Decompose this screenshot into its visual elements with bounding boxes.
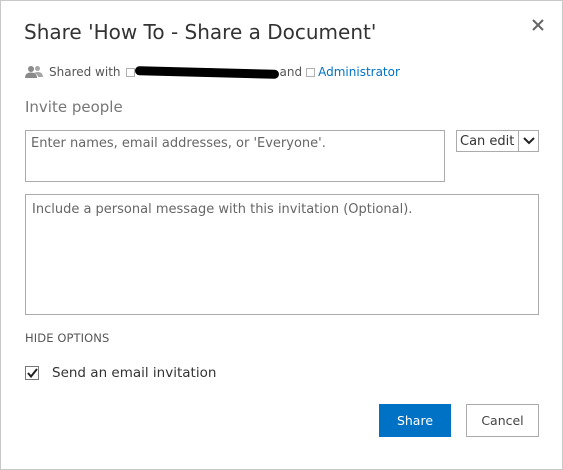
invite-people-label: Invite people — [25, 98, 123, 116]
send-email-checkbox[interactable] — [25, 366, 39, 380]
personal-message-input[interactable] — [25, 194, 539, 315]
share-dialog: Share 'How To - Share a Document' Shared… — [0, 0, 563, 470]
close-icon — [532, 19, 544, 31]
presence-icon — [306, 67, 316, 77]
checkmark-icon — [26, 368, 38, 378]
hide-options-link[interactable]: HIDE OPTIONS — [25, 331, 109, 345]
shared-with-label: Shared with — [49, 65, 121, 79]
close-button[interactable] — [526, 13, 550, 37]
send-email-option[interactable]: Send an email invitation — [25, 365, 216, 381]
presence-icon — [125, 67, 135, 77]
cancel-button[interactable]: Cancel — [466, 404, 539, 437]
people-icon — [25, 66, 43, 78]
dropdown-arrow[interactable] — [518, 131, 538, 151]
shared-user-link-administrator[interactable]: Administrator — [318, 65, 400, 79]
dialog-title: Share 'How To - Share a Document' — [24, 20, 377, 44]
chevron-down-icon — [522, 137, 535, 145]
invite-names-input[interactable] — [25, 130, 445, 182]
share-button[interactable]: Share — [379, 404, 451, 437]
permission-value: Can edit — [460, 133, 515, 149]
send-email-label: Send an email invitation — [52, 365, 217, 381]
and-text: and — [279, 65, 303, 79]
permission-select[interactable]: Can edit — [456, 130, 539, 152]
